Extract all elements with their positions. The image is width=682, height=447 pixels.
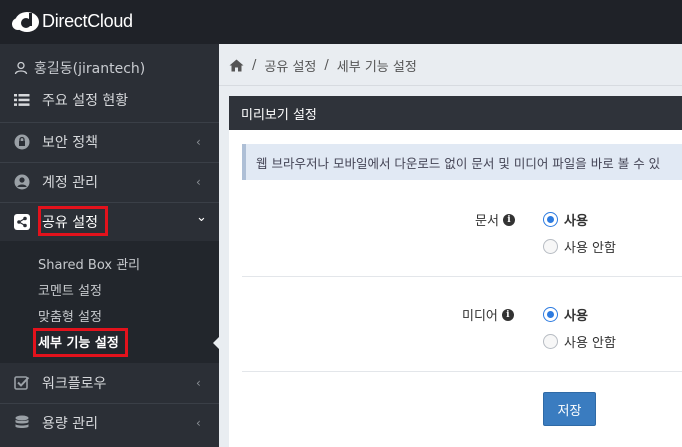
row-divider (242, 371, 682, 372)
sidebar-item-accounts[interactable]: 계정 관리 ‹ (0, 162, 219, 202)
breadcrumb-item-sharing[interactable]: 공유 설정 (264, 56, 316, 75)
user-name: 홍길동(jirantech) (34, 61, 146, 77)
top-bar: DirectCloud (0, 0, 682, 44)
save-button[interactable]: 저장 (543, 392, 596, 426)
sidebar-item-sharing[interactable]: 공유 설정 ⌄ (0, 202, 219, 242)
radio-label: 사용 안함 (564, 241, 616, 256)
breadcrumb-separator: / (252, 58, 257, 73)
chevron-left-icon: ‹ (196, 135, 201, 149)
breadcrumb-separator: / (324, 58, 329, 73)
breadcrumb-item-current: 세부 기능 설정 (336, 60, 417, 75)
submenu-item-comment[interactable]: 코멘트 설정 (38, 280, 102, 299)
sidebar-item-label: 용량 관리 (42, 416, 98, 432)
sidebar-item-label: 계정 관리 (42, 175, 98, 191)
preview-settings-panel: 미리보기 설정 웹 브라우저나 모바일에서 다운로드 없이 문서 및 미디어 파… (229, 96, 682, 447)
radio-checked-icon (543, 307, 558, 322)
document-disable-radio[interactable]: 사용 안함 (543, 237, 616, 256)
media-disable-radio[interactable]: 사용 안함 (543, 332, 616, 351)
logo-text: DirectCloud (42, 10, 133, 31)
row-divider (242, 276, 682, 277)
account-icon (13, 173, 31, 191)
panel-title: 미리보기 설정 (229, 96, 682, 130)
sidebar: 홍길동(jirantech) 주요 설정 현황 보안 정책 ‹ 계정 관리 ‹ … (0, 44, 219, 447)
submenu-item-custom[interactable]: 맞춤형 설정 (38, 306, 102, 325)
logo[interactable]: DirectCloud (10, 8, 133, 34)
share-icon (13, 213, 31, 231)
check-square-icon (13, 374, 31, 392)
info-message: 웹 브라우저나 모바일에서 다운로드 없이 문서 및 미디어 파일을 바로 볼 … (242, 144, 682, 180)
breadcrumb: / 공유 설정 / 세부 기능 설정 (219, 44, 682, 86)
sidebar-item-workflow[interactable]: 워크플로우 ‹ (0, 363, 219, 403)
document-use-radio[interactable]: 사용 (543, 210, 588, 229)
sidebar-item-security[interactable]: 보안 정책 ‹ (0, 122, 219, 162)
database-icon (13, 414, 31, 432)
list-icon (13, 91, 31, 109)
info-icon[interactable]: i (502, 213, 515, 226)
chevron-left-icon: ‹ (196, 416, 201, 430)
sidebar-item-storage[interactable]: 용량 관리 ‹ (0, 403, 219, 443)
submenu-item-shared-box[interactable]: Shared Box 관리 (38, 254, 140, 273)
highlight-box (33, 328, 128, 357)
radio-label: 사용 (564, 309, 588, 324)
radio-checked-icon (543, 212, 558, 227)
chevron-left-icon: ‹ (196, 175, 201, 189)
sidebar-item-label: 워크플로우 (42, 376, 107, 392)
directcloud-logo-icon (10, 8, 40, 34)
home-icon[interactable] (229, 59, 244, 72)
lock-icon (13, 133, 31, 151)
chevron-down-icon: ⌄ (196, 210, 207, 225)
active-indicator (213, 336, 220, 350)
user-info[interactable]: 홍길동(jirantech) (14, 58, 145, 78)
radio-unchecked-icon (543, 239, 558, 254)
user-icon (14, 61, 28, 75)
highlight-box (38, 206, 108, 236)
radio-label: 사용 (564, 214, 588, 229)
media-label-text: 미디어 (462, 309, 498, 324)
radio-label: 사용 안함 (564, 336, 616, 351)
document-label-text: 문서 (475, 214, 499, 229)
chevron-left-icon: ‹ (196, 376, 201, 390)
radio-unchecked-icon (543, 334, 558, 349)
sidebar-item-overview[interactable]: 주요 설정 현황 (0, 80, 219, 120)
info-icon[interactable]: i (501, 308, 514, 321)
sidebar-item-label: 보안 정책 (42, 135, 98, 151)
media-label: 미디어 i (462, 305, 514, 324)
sidebar-item-label: 주요 설정 현황 (42, 93, 129, 109)
media-use-radio[interactable]: 사용 (543, 305, 588, 324)
document-label: 문서 i (475, 210, 515, 229)
